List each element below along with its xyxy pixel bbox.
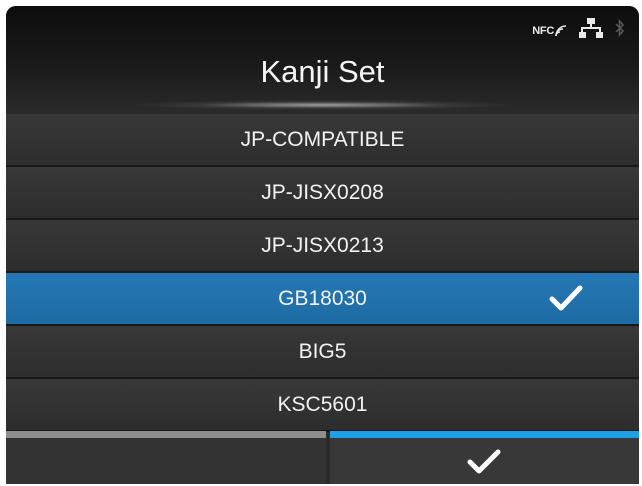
option-jp-jisx0208[interactable]: JP-JISX0208	[6, 167, 639, 220]
nfc-icon: NFC	[532, 25, 567, 37]
option-label: JP-JISX0213	[261, 233, 384, 257]
option-gb18030[interactable]: GB18030	[6, 273, 639, 326]
header: NFC Kanji Set	[6, 6, 639, 114]
title-underline	[126, 100, 519, 110]
option-label: GB18030	[278, 286, 367, 310]
status-bar: NFC	[532, 18, 625, 43]
screen-title: Kanji Set	[260, 54, 385, 89]
printer-screen: NFC Kanji Set JP-COMPATIBLE JP-JISX0208 …	[6, 6, 639, 484]
option-ksc5601[interactable]: KSC5601	[6, 379, 639, 432]
confirm-button[interactable]	[330, 431, 639, 484]
option-label: KSC5601	[277, 392, 368, 416]
network-icon	[579, 18, 603, 43]
back-button[interactable]	[6, 431, 326, 484]
option-label: JP-JISX0208	[261, 180, 384, 204]
option-label: BIG5	[298, 339, 347, 363]
option-label: JP-COMPATIBLE	[240, 127, 405, 151]
option-jp-compatible[interactable]: JP-COMPATIBLE	[6, 114, 639, 167]
selected-check-icon	[549, 284, 583, 318]
nfc-label: NFC	[532, 24, 554, 37]
option-big5[interactable]: BIG5	[6, 326, 639, 379]
option-jp-jisx0213[interactable]: JP-JISX0213	[6, 220, 639, 273]
footer-buttons	[6, 431, 639, 484]
checkmark-icon	[467, 449, 501, 474]
bluetooth-icon	[615, 19, 625, 42]
kanji-set-list: JP-COMPATIBLE JP-JISX0208 JP-JISX0213 GB…	[6, 114, 639, 432]
